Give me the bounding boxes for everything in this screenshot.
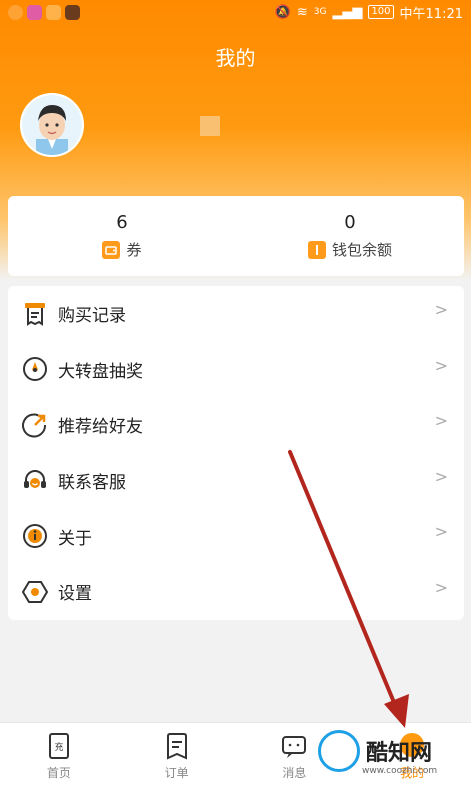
menu-label: 联系客服 [58,473,126,494]
tab-label: 订单 [164,766,189,780]
tab-label: 首页 [46,766,71,780]
tab-orders[interactable]: 订单 [118,723,236,790]
menu-label: 购买记录 [58,306,126,327]
wallet-balance: 0 [344,212,356,233]
signal-icon: ▂▄▆ [332,4,363,20]
notification-icons [8,4,80,20]
chevron-right-icon: > [434,300,448,319]
message-icon [282,736,307,758]
menu-label: 大转盘抽奖 [58,361,143,382]
home-icon: 充 [48,733,69,759]
headset-icon [20,466,50,496]
settings-icon [20,577,50,607]
menu-item-recommend-friend[interactable]: 推荐给好友 > [8,397,464,453]
wallet-label: 钱包余额 [331,241,392,259]
watermark-url: www.coozhi.com [362,766,438,776]
status-bar: 🔕 ≋ 3G ▂▄▆ 100 中午11:21 [0,0,471,24]
wheel-icon [20,354,50,384]
order-icon [166,733,187,760]
menu-item-about[interactable]: 关于 > [8,508,464,564]
chevron-right-icon: > [434,466,448,486]
chevron-right-icon: > [434,355,448,375]
watermark-text: 酷知网 [366,741,433,766]
wallet-icon [307,240,326,259]
tab-label: 消息 [282,766,307,780]
battery-indicator: 100 [368,5,394,19]
menu-item-customer-service[interactable]: 联系客服 > [8,453,464,509]
menu-label: 设置 [58,584,92,605]
username-placeholder [200,116,220,136]
coupon-count: 6 [116,212,128,233]
coupon-icon [102,240,121,259]
stats-card: 6 券 0 钱包余额 [8,196,464,276]
app-icon-dark [65,4,80,20]
receipt-icon [20,299,50,329]
menu-list: 购买记录 > 大转盘抽奖 > 推荐给好友 > 联系客服 > 关于 > 设置 > [8,286,464,620]
coupon-stat[interactable]: 6 券 [8,196,236,276]
svg-text:充: 充 [54,741,63,753]
network-type: 3G [313,7,327,17]
status-time: 中午11:21 [399,6,463,22]
menu-label: 推荐给好友 [58,417,143,438]
avatar-illustration [22,95,82,155]
chevron-right-icon: > [434,411,448,431]
avatar[interactable] [20,93,84,157]
menu-item-purchase-history[interactable]: 购买记录 > [8,286,464,342]
chat-bubble-icon [8,4,23,20]
watermark-logo-icon [318,730,360,772]
mute-icon: 🔕 [274,4,291,20]
wallet-stat[interactable]: 0 钱包余额 [236,196,464,276]
menu-item-settings[interactable]: 设置 > [8,564,464,620]
wifi-icon: ≋ [296,4,308,20]
tab-home[interactable]: 充 首页 [0,723,118,790]
status-indicators: 🔕 ≋ 3G ▂▄▆ 100 中午11:21 [275,3,463,22]
app-icon-pink [27,4,42,20]
coupon-label: 券 [126,241,142,259]
share-icon [20,410,50,440]
menu-label: 关于 [58,528,92,549]
app-icon-orange [46,4,61,20]
chevron-right-icon: > [434,577,448,597]
menu-item-lucky-wheel[interactable]: 大转盘抽奖 > [8,342,464,398]
chevron-right-icon: > [434,522,448,542]
page-title: 我的 [215,46,256,70]
info-icon [20,521,50,551]
